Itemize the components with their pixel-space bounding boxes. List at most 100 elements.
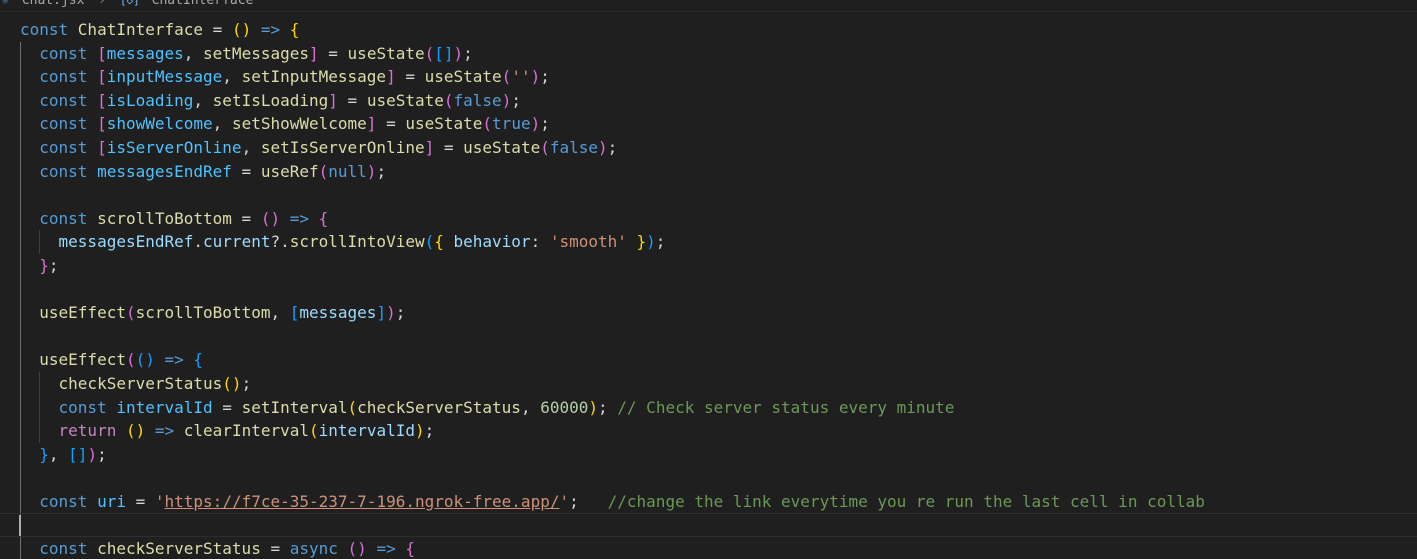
code-token: scrollIntoView	[289, 232, 425, 252]
code-token: (	[540, 137, 550, 157]
code-token: false	[453, 90, 502, 110]
code-token: =	[125, 491, 155, 511]
code-line[interactable]	[0, 324, 1417, 349]
code-line[interactable]: const [isLoading, setIsLoading] = useSta…	[0, 88, 1417, 113]
code-line[interactable]: useEffect(() => {	[0, 348, 1417, 372]
code-token: =>	[260, 20, 281, 39]
code-line[interactable]	[0, 513, 1417, 538]
code-token: scrollToBottom	[97, 208, 232, 228]
code-token: ,	[270, 303, 290, 323]
code-token: [	[97, 43, 107, 63]
code-token: =>	[164, 350, 184, 370]
code-token: ;	[97, 444, 107, 464]
code-token: .	[193, 232, 204, 252]
code-token: ()	[125, 421, 146, 441]
code-token: const	[39, 137, 98, 157]
code-token: useState	[424, 67, 502, 87]
code-line[interactable]: const [inputMessage, setInputMessage] = …	[0, 65, 1417, 89]
indent-guide	[20, 230, 21, 254]
code-line[interactable]	[0, 183, 1417, 207]
code-token: null	[328, 161, 367, 181]
code-line[interactable]	[0, 466, 1417, 490]
code-token: const	[20, 20, 78, 39]
code-token: ;	[376, 161, 387, 181]
code-token: ?.	[270, 232, 290, 252]
code-token: []	[434, 43, 454, 63]
code-line[interactable]: const [showWelcome, setShowWelcome] = us…	[0, 112, 1417, 136]
code-token: ()	[231, 20, 252, 39]
breadcrumb-file[interactable]: Chat.jsx	[22, 0, 85, 8]
code-token: setIsLoading	[212, 90, 329, 110]
indent-guide	[20, 41, 21, 66]
indent-guide	[20, 466, 21, 490]
code-token: {	[289, 20, 300, 39]
code-token: )	[598, 137, 608, 157]
code-token: intervalId	[116, 397, 213, 417]
code-line[interactable]: const scrollToBottom = () => {	[0, 206, 1417, 231]
code-line[interactable]: const [messages, setMessages] = useState…	[0, 41, 1417, 66]
code-line[interactable]: };	[0, 253, 1417, 278]
code-token: scrollToBottom	[135, 303, 271, 323]
indent-guide	[20, 88, 21, 113]
code-token: const	[39, 67, 98, 87]
code-token: const	[39, 114, 98, 134]
code-token: false	[549, 137, 599, 157]
code-token: =	[318, 43, 348, 63]
code-token: =	[395, 67, 425, 87]
code-token: ,	[222, 67, 242, 87]
code-line[interactable]: const ChatInterface = () => {	[0, 18, 1417, 42]
code-line[interactable]: const messagesEndRef = useRef(null);	[0, 159, 1417, 184]
code-token: =>	[154, 421, 175, 441]
code-line[interactable]: const uri = 'https://f7ce-35-237-7-196.n…	[0, 489, 1417, 514]
code-token: checkServerStatus	[357, 397, 521, 417]
code-token: =>	[289, 208, 309, 228]
code-line[interactable]: const checkServerStatus = async () => {	[0, 537, 1417, 559]
code-line[interactable]: messagesEndRef.current?.scrollIntoView({…	[0, 230, 1417, 254]
code-line[interactable]: const intervalId = setInterval(checkServ…	[0, 395, 1417, 420]
code-token: ;	[48, 255, 59, 275]
code-token: )	[588, 397, 599, 417]
indent-guide	[39, 419, 40, 443]
breadcrumb-symbol[interactable]: ChatInterface	[152, 0, 254, 8]
code-token: {	[405, 539, 415, 559]
code-token: ;	[598, 397, 618, 417]
code-line[interactable]: }, []);	[0, 442, 1417, 467]
indent-guide	[20, 253, 21, 278]
code-token: (	[443, 90, 454, 110]
code-line[interactable]: useEffect(scrollToBottom, [messages]);	[0, 301, 1417, 325]
code-token: =	[260, 539, 290, 559]
code-line[interactable]: checkServerStatus();	[0, 371, 1417, 396]
code-token: )	[530, 114, 541, 134]
code-token: ()	[260, 208, 281, 228]
code-editor[interactable]: const ChatInterface = () => { const [mes…	[0, 18, 1417, 559]
indent-guide	[20, 489, 21, 514]
code-token: ;	[540, 114, 550, 134]
code-token: )	[386, 303, 396, 323]
code-token: ;	[241, 373, 252, 393]
code-token: inputMessage	[106, 67, 223, 87]
code-token: isLoading	[106, 90, 194, 110]
code-token: true	[492, 114, 531, 134]
code-token: )	[453, 43, 464, 63]
code-token: =	[337, 90, 367, 110]
code-token: messages	[299, 303, 377, 323]
indent-guide	[20, 206, 21, 231]
code-token: )	[530, 67, 541, 87]
code-token: const	[39, 43, 98, 63]
code-token: ,	[520, 397, 541, 417]
indent-guide	[20, 442, 21, 467]
code-token: 60000	[540, 397, 589, 417]
code-token: {	[434, 232, 454, 252]
code-line[interactable]: return () => clearInterval(intervalId);	[0, 419, 1417, 443]
indent-guide	[20, 159, 21, 184]
code-token: ]	[376, 303, 387, 323]
code-line[interactable]	[0, 277, 1417, 302]
code-line[interactable]: const [isServerOnline, setIsServerOnline…	[0, 135, 1417, 160]
code-token: [	[289, 303, 300, 323]
react-file-icon: ⚛	[2, 0, 9, 7]
